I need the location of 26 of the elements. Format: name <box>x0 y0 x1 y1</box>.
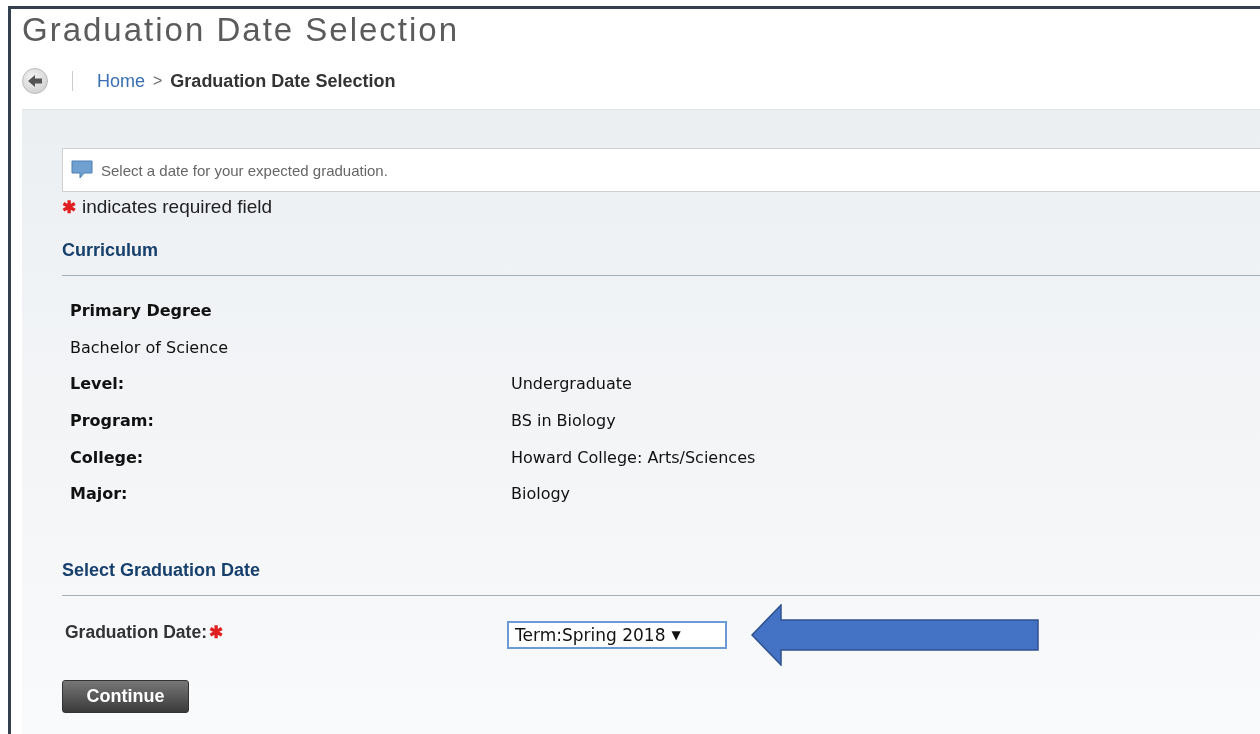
info-message: Select a date for your expected graduation. <box>101 161 388 179</box>
field-label: College: <box>70 447 145 467</box>
home-link[interactable]: Home <box>97 70 145 92</box>
breadcrumb-separator: > <box>153 72 163 90</box>
required-note: indicates required field <box>82 196 273 218</box>
required-mark: ✱ <box>62 196 76 218</box>
field-label: Major: <box>70 484 129 504</box>
section-heading: Curriculum <box>62 240 1260 276</box>
continue-button[interactable]: Continue <box>62 680 189 714</box>
page-title: Graduation Date Selection <box>22 11 461 49</box>
speech-bubble-icon <box>71 160 93 180</box>
field-value: BS in Biology <box>511 410 617 430</box>
field-value: Howard College: Arts/Sciences <box>511 447 757 467</box>
required-mark: ✱ <box>208 621 223 643</box>
back-button[interactable] <box>22 68 48 94</box>
field-label: Graduation Date: <box>65 621 207 643</box>
graduation-date-select[interactable]: Term:Spring 2018 ▼ <box>507 621 727 650</box>
degree-name: Bachelor of Science <box>70 337 229 357</box>
field-label: Level: <box>70 374 126 394</box>
degree-heading: Primary Degree <box>70 300 213 320</box>
field-value: Biology <box>511 484 572 504</box>
section-heading: Select Graduation Date <box>62 560 1260 597</box>
back-arrow-icon <box>27 74 43 88</box>
field-label: Program: <box>70 410 155 430</box>
field-value: Undergraduate <box>511 374 633 394</box>
breadcrumb-current: Graduation Date Selection <box>170 70 396 92</box>
